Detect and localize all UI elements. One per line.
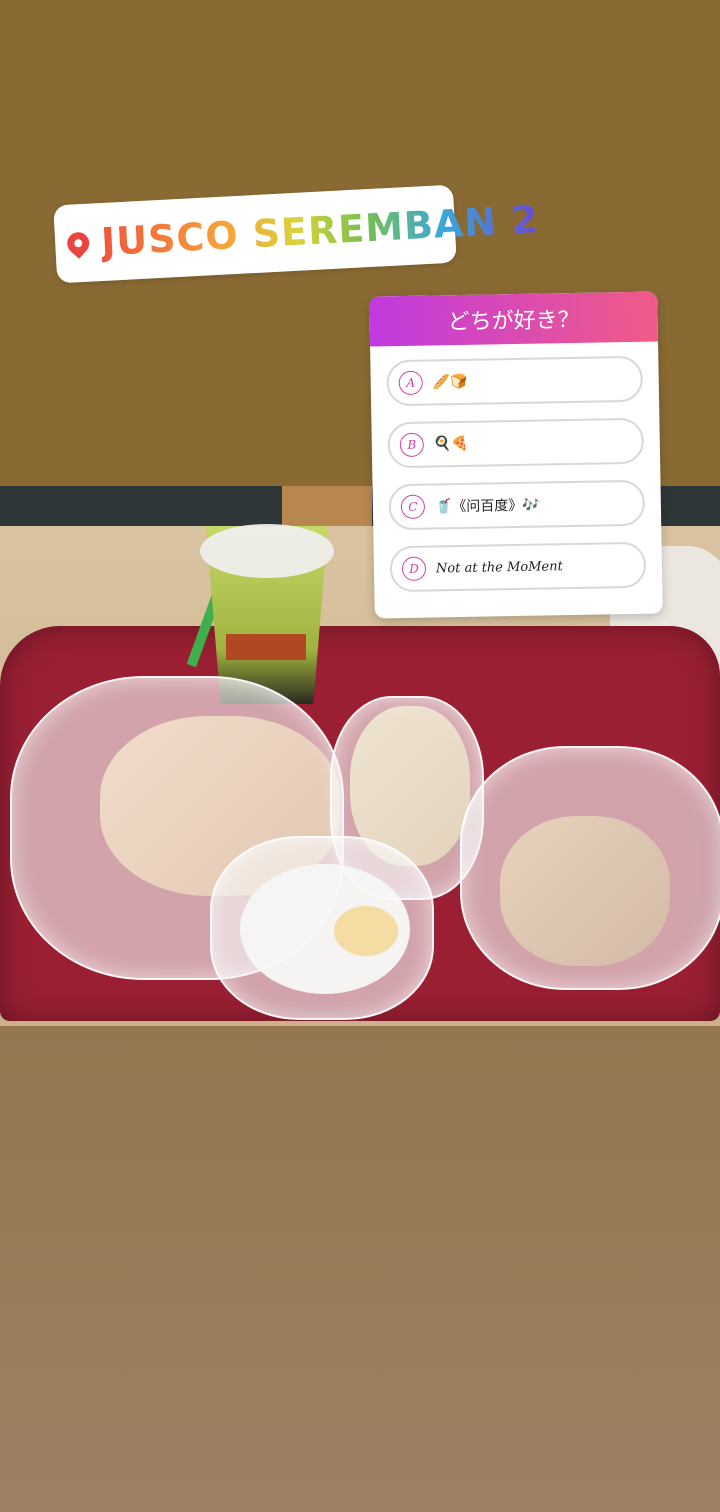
plastic-bag-right-front — [460, 746, 720, 990]
poll-options: A 🥖🍞 B 🍳🍕 C 🥤《问百度》🎶 D Not at the MoMent — [370, 342, 662, 593]
poll-question: どちが好き？ — [369, 291, 659, 347]
poll-sticker: どちが好き？ A 🥖🍞 B 🍳🍕 C 🥤《问百度》🎶 D Not at the … — [369, 291, 663, 619]
background-panel — [282, 486, 372, 526]
option-letter: D — [401, 556, 427, 582]
option-text: 🥤《问百度》🎶 — [434, 497, 540, 516]
map-pin-icon — [62, 227, 94, 259]
poll-option-b[interactable]: B 🍳🍕 — [387, 417, 645, 469]
option-letter: C — [400, 494, 426, 520]
cup-label — [226, 634, 306, 660]
option-letter: A — [398, 370, 423, 396]
option-text: Not at the MoMent — [435, 558, 563, 576]
option-text: 🍳🍕 — [433, 435, 469, 453]
plastic-bag-front — [210, 836, 434, 1020]
location-name: JUSCO SEREMBAN 2 — [100, 197, 540, 265]
poll-option-d[interactable]: D Not at the MoMent — [389, 541, 647, 593]
location-sticker[interactable]: JUSCO SEREMBAN 2 — [53, 184, 540, 284]
option-letter: B — [399, 432, 425, 458]
poll-option-c[interactable]: C 🥤《问百度》🎶 — [388, 479, 646, 531]
cup-lid — [200, 524, 334, 578]
poll-option-a[interactable]: A 🥖🍞 — [386, 355, 644, 407]
option-text: 🥖🍞 — [432, 373, 468, 391]
